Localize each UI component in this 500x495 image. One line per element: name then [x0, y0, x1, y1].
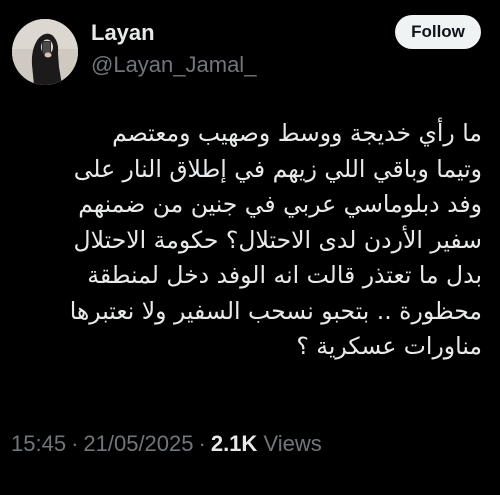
tweet-date[interactable]: 21/05/2025	[83, 431, 193, 456]
profile-photo-icon	[12, 19, 78, 85]
meta-separator: ·	[198, 431, 206, 456]
follow-button[interactable]: Follow	[395, 15, 481, 49]
tweet-time[interactable]: 15:45	[11, 431, 66, 456]
display-name[interactable]: Layan	[91, 20, 155, 46]
views-count: 2.1K	[210, 431, 258, 456]
user-handle[interactable]: @Layan_Jamal_	[91, 52, 256, 78]
tweet-text-line: بدل ما تعتذر قالت انه الوفد دخل لمنطقة	[87, 261, 482, 289]
views-label: Views	[263, 431, 322, 456]
tweet-text-line: سفير الأردن لدى الاحتلال؟ حكومة الاحتلال	[73, 225, 482, 254]
tweet-card: Layan @Layan_Jamal_ Follow ما رأي خديجة …	[0, 0, 500, 495]
tweet-text-line: ما رأي خديجة ووسط وصهيب ومعتصم	[112, 119, 482, 147]
tweet-text-line: وتيما وباقي اللي زيهم في إطلاق النار على	[73, 154, 482, 183]
tweet-text-line: وفد دبلوماسي عربي في جنين من ضمنهم	[78, 190, 482, 218]
tweet-text-line: محظورة .. بتحبو نسحب السفير ولا نعتبرها	[69, 296, 482, 325]
meta-separator: ·	[71, 431, 79, 456]
tweet-text: ما رأي خديجة ووسط وصهيب ومعتصم وتيما وبا…	[20, 116, 482, 365]
avatar[interactable]	[12, 19, 78, 85]
tweet-meta: 15:45 · 21/05/2025 · 2.1K Views	[11, 429, 322, 459]
tweet-text-line: مناورات عسكرية ؟	[296, 332, 482, 360]
